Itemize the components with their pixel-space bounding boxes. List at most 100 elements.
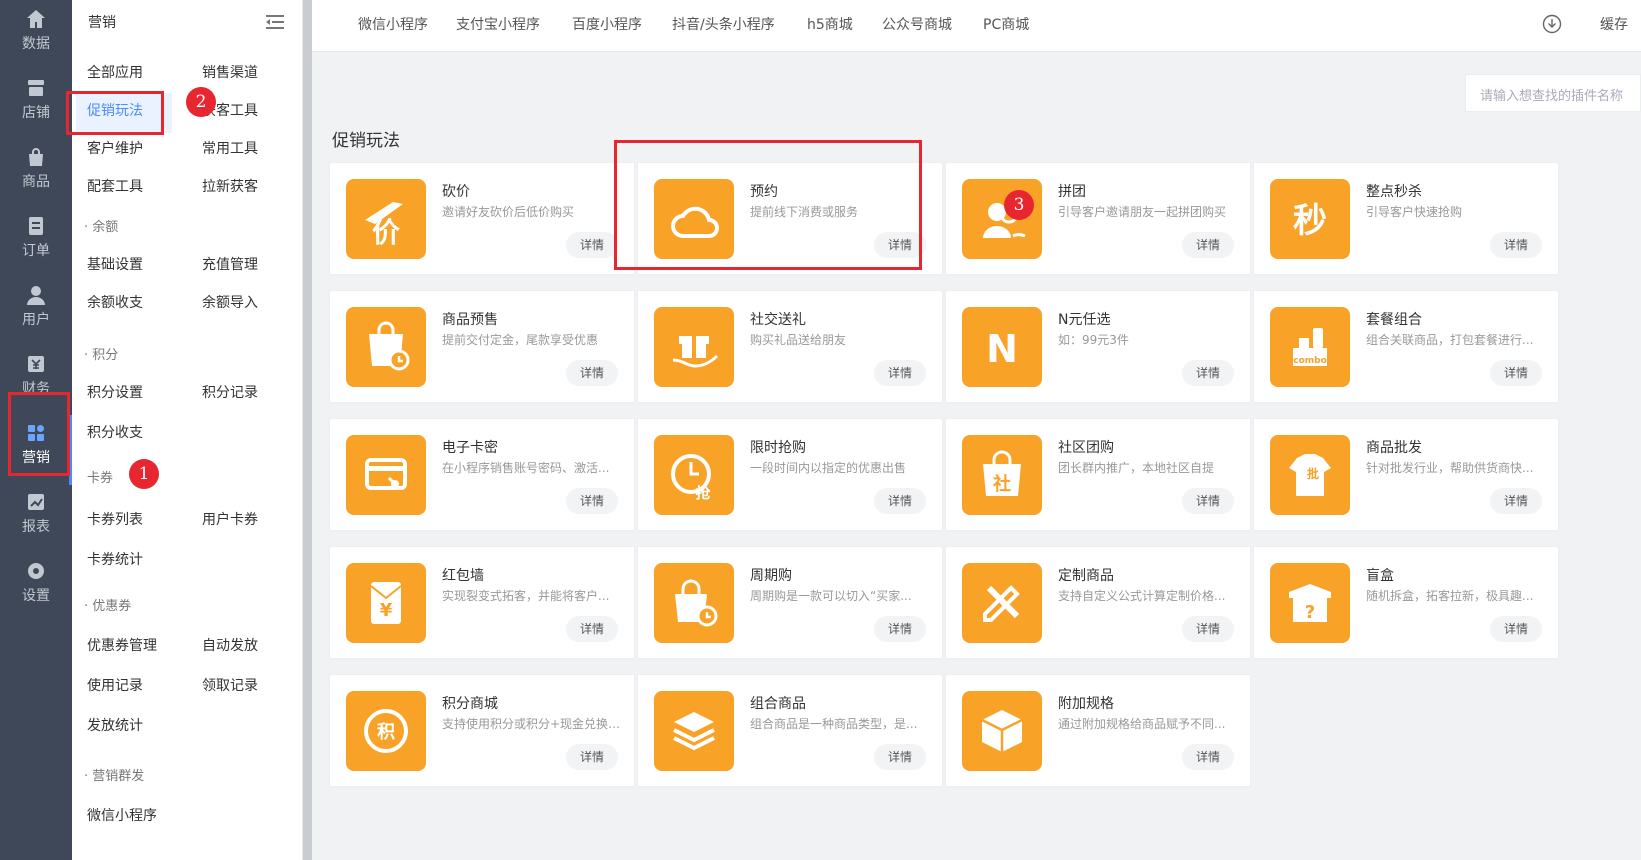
detail-button[interactable]: 详情 xyxy=(566,616,618,642)
plugin-card[interactable]: ¥ 红包墙 实现裂变式拓客，并能将客户... 详情 xyxy=(329,546,635,659)
menu-item[interactable]: 常用工具 xyxy=(202,138,258,158)
menu-item[interactable]: 发放统计 xyxy=(87,715,143,735)
rail-item-chart[interactable]: 报表 xyxy=(0,483,72,553)
menu-item[interactable]: 配套工具 xyxy=(87,176,143,196)
plugin-card[interactable]: 组合商品 组合商品是一种商品类型，是... 详情 xyxy=(637,674,943,787)
plugin-card[interactable]: 秒 整点秒杀 引导客户快速抢购 详情 xyxy=(1253,162,1559,275)
plugin-card[interactable]: 预约提前线下消费或服务详情 xyxy=(637,162,943,275)
plugin-desc: 提前线下消费或服务 xyxy=(750,205,859,219)
channel-tab[interactable]: 百度小程序 xyxy=(572,14,642,34)
menu-item[interactable]: 促销玩法 xyxy=(87,100,143,120)
rail-item-order[interactable]: 订单 xyxy=(0,207,72,277)
channel-tab[interactable]: 微信小程序 xyxy=(358,14,428,34)
menu-item[interactable]: 卡券统计 xyxy=(87,549,143,569)
rail-item-gear[interactable]: 设置 xyxy=(0,552,72,622)
channel-tab[interactable]: 公众号商城 xyxy=(882,14,952,34)
rail-item-user[interactable]: 用户 xyxy=(0,276,72,346)
menu-item[interactable]: 余额收支 xyxy=(87,292,143,312)
rail-item-home[interactable]: 数据 xyxy=(0,0,72,70)
detail-button[interactable]: 详情 xyxy=(566,232,618,258)
plugin-card[interactable]: ? 盲盒 随机拆盒，拓客拉新，极具趣... 详情 xyxy=(1253,546,1559,659)
detail-button[interactable]: 详情 xyxy=(1182,360,1234,386)
plugin-card[interactable]: 拼团 引导客户邀请朋友一起拼团购买 详情 xyxy=(945,162,1251,275)
menu-scrollbar[interactable] xyxy=(303,0,312,860)
menu-item[interactable]: 用户卡券 xyxy=(202,509,258,529)
menu-item[interactable]: 积分收支 xyxy=(87,422,143,442)
rail-item-label: 设置 xyxy=(22,588,50,604)
plugin-card[interactable]: 批 商品批发 针对批发行业，帮助供货商快... 详情 xyxy=(1253,418,1559,531)
menu-item[interactable]: 积分记录 xyxy=(202,382,258,402)
detail-button[interactable]: 详情 xyxy=(874,744,926,770)
plugin-card[interactable]: 附加规格 通过附加规格给商品赋予不同... 详情 xyxy=(945,674,1251,787)
plugin-name: 预约 xyxy=(750,184,778,200)
plugin-name: 砍价 xyxy=(442,184,470,200)
plugin-card[interactable]: 抢 限时抢购 一段时间内以指定的优惠出售 详情 xyxy=(637,418,943,531)
detail-button[interactable]: 详情 xyxy=(1490,616,1542,642)
periodic-bag-icon xyxy=(654,563,734,643)
rail-item-label: 店铺 xyxy=(22,105,50,121)
detail-button[interactable]: 详情 xyxy=(1490,488,1542,514)
detail-button[interactable]: 详情 xyxy=(566,744,618,770)
detail-button[interactable]: 详情 xyxy=(874,232,926,258)
clock-icon-svg: 抢 xyxy=(671,454,711,502)
menu-item[interactable]: 充值管理 xyxy=(202,254,258,274)
icon-glyph: 抢 xyxy=(695,484,711,502)
menu-item[interactable]: 余额导入 xyxy=(202,292,258,312)
plugin-card[interactable]: 积 积分商城 支持使用积分或积分+现金兑换商品 详情 xyxy=(329,674,635,787)
detail-button[interactable]: 详情 xyxy=(1182,744,1234,770)
cache-button[interactable]: 缓存 xyxy=(1600,14,1628,34)
detail-button[interactable]: 详情 xyxy=(1490,232,1542,258)
plugin-card[interactable]: combo 套餐组合 组合关联商品，打包套餐进行... 详情 xyxy=(1253,290,1559,403)
plugin-card[interactable]: 定制商品 支持自定义公式计算定制价格... 详情 xyxy=(945,546,1251,659)
menu-item[interactable]: 自动发放 xyxy=(202,635,258,655)
plugin-name: 盲盒 xyxy=(1366,568,1394,584)
plugin-desc: 一段时间内以指定的优惠出售 xyxy=(750,461,907,475)
menu-item[interactable]: 领取记录 xyxy=(202,675,258,695)
rail-item-store[interactable]: 店铺 xyxy=(0,69,72,139)
detail-button[interactable]: 详情 xyxy=(1182,616,1234,642)
rail-item-marketing[interactable]: 营销 xyxy=(0,414,72,484)
menu-item[interactable]: 积分设置 xyxy=(87,382,143,402)
menu-item[interactable]: 使用记录 xyxy=(87,675,143,695)
plugin-card[interactable]: 商品预售 提前交付定金，尾款享受优惠 详情 xyxy=(329,290,635,403)
detail-button[interactable]: 详情 xyxy=(1490,360,1542,386)
combo-icon-svg: combo xyxy=(1293,328,1327,366)
price-icon: 价 xyxy=(346,179,426,259)
plugin-card[interactable]: 社 社区团购 团长群内推广，本地社区自提 详情 xyxy=(945,418,1251,531)
plugin-name: 附加规格 xyxy=(1058,696,1114,712)
detail-button[interactable]: 详情 xyxy=(566,488,618,514)
detail-button[interactable]: 详情 xyxy=(1182,488,1234,514)
download-icon[interactable] xyxy=(1542,14,1562,34)
channel-tab[interactable]: 支付宝小程序 xyxy=(456,14,540,34)
menu-item[interactable]: 优惠券管理 xyxy=(87,635,157,655)
menu-item[interactable]: 卡券列表 xyxy=(87,509,143,529)
bag-icon xyxy=(25,146,47,168)
detail-button[interactable]: 详情 xyxy=(874,616,926,642)
plugin-name: 积分商城 xyxy=(442,696,498,712)
n-letter-icon: N xyxy=(962,307,1042,387)
channel-tab[interactable]: PC商城 xyxy=(983,14,1029,34)
menu-item[interactable]: 销售渠道 xyxy=(202,62,258,82)
detail-button[interactable]: 详情 xyxy=(874,488,926,514)
collapse-menu-icon[interactable] xyxy=(266,14,284,30)
plugin-card[interactable]: N N元任选 如：99元3件 详情 xyxy=(945,290,1251,403)
box-icon-svg xyxy=(981,710,1023,752)
menu-item[interactable]: 基础设置 xyxy=(87,254,143,274)
detail-button[interactable]: 详情 xyxy=(874,360,926,386)
menu-item[interactable]: 客户维护 xyxy=(87,138,143,158)
plugin-card[interactable]: 周期购 周期购是一款可以切入“买家... 详情 xyxy=(637,546,943,659)
plugin-card[interactable]: 电子卡密 在小程序销售账号密码、激活... 详情 xyxy=(329,418,635,531)
channel-tab[interactable]: h5商城 xyxy=(807,14,853,34)
menu-item[interactable]: 微信小程序 xyxy=(87,805,157,825)
plugin-card[interactable]: 社交送礼 购买礼品送给朋友 详情 xyxy=(637,290,943,403)
plugin-card[interactable]: 价 砍价 邀请好友砍价后低价购买 详情 xyxy=(329,162,635,275)
plugin-search-input[interactable]: 请输入想查找的插件名称 xyxy=(1465,74,1641,112)
menu-item[interactable]: 拉新获客 xyxy=(202,176,258,196)
rail-item-bag[interactable]: 商品 xyxy=(0,138,72,208)
channel-tab[interactable]: 抖音/头条小程序 xyxy=(672,14,775,34)
periodic-bag-icon-svg xyxy=(675,579,718,627)
detail-button[interactable]: 详情 xyxy=(566,360,618,386)
rail-item-finance[interactable]: 财务 xyxy=(0,345,72,415)
menu-item[interactable]: 全部应用 xyxy=(87,62,143,82)
detail-button[interactable]: 详情 xyxy=(1182,232,1234,258)
